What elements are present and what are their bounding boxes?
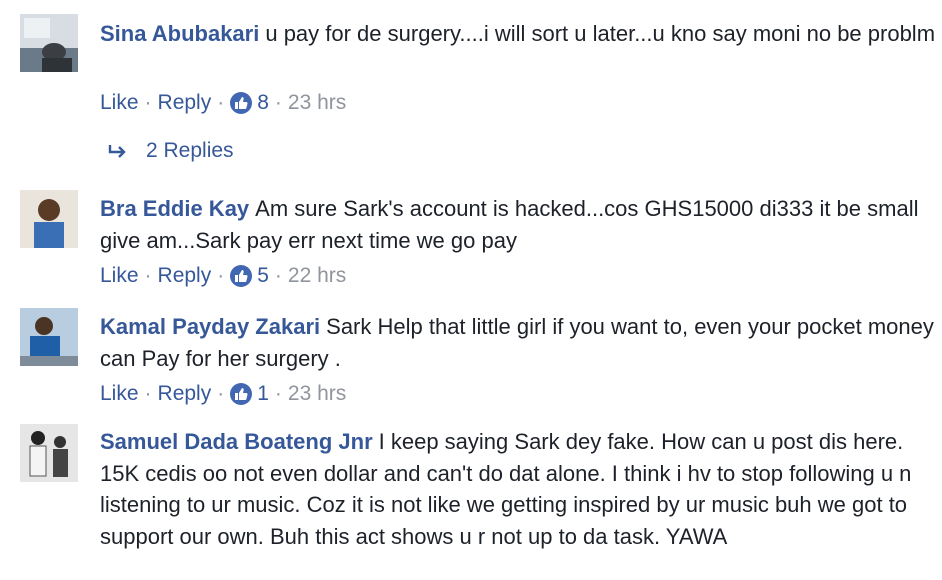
- reply-link[interactable]: Reply: [158, 381, 212, 407]
- comment-time[interactable]: 23 hrs: [288, 381, 346, 407]
- avatar[interactable]: [20, 14, 78, 72]
- comment-actions: Like · Reply · 5 · 22 hrs: [100, 263, 346, 289]
- comment-text: Samuel Dada Boateng Jnr I keep saying Sar…: [100, 426, 936, 552]
- reply-arrow-icon: [108, 145, 126, 158]
- separator: ·: [217, 382, 225, 405]
- comment-text: Sina Abubakari u pay for de surgery....i …: [100, 18, 936, 50]
- avatar[interactable]: [20, 308, 78, 366]
- separator: ·: [274, 264, 282, 287]
- reply-link[interactable]: Reply: [158, 90, 212, 116]
- separator: ·: [274, 91, 282, 114]
- comment-author[interactable]: Kamal Payday Zakari: [100, 314, 320, 339]
- comment-author[interactable]: Bra Eddie Kay: [100, 196, 249, 221]
- thumbs-up-icon[interactable]: [230, 265, 253, 287]
- comment-author[interactable]: Sina Abubakari: [100, 21, 259, 46]
- thumbs-up-icon[interactable]: [230, 383, 253, 405]
- comment-author[interactable]: Samuel Dada Boateng Jnr: [100, 429, 373, 454]
- comment-text: Kamal Payday Zakari Sark Help that little…: [100, 311, 936, 374]
- comment-time[interactable]: 23 hrs: [288, 90, 346, 116]
- like-count[interactable]: 5: [257, 263, 269, 289]
- separator: ·: [217, 264, 225, 287]
- like-link[interactable]: Like: [100, 381, 139, 407]
- comment-text: Bra Eddie Kay Am sure Sark's account is h…: [100, 193, 936, 256]
- reply-link[interactable]: Reply: [158, 263, 212, 289]
- comment-actions: Like · Reply · 8 · 23 hrs: [100, 90, 346, 116]
- comment-time[interactable]: 22 hrs: [288, 263, 346, 289]
- replies-label[interactable]: 2 Replies: [146, 138, 234, 164]
- separator: ·: [144, 264, 152, 287]
- avatar[interactable]: [20, 190, 78, 248]
- like-link[interactable]: Like: [100, 263, 139, 289]
- like-count[interactable]: 1: [257, 381, 269, 407]
- like-link[interactable]: Like: [100, 90, 139, 116]
- separator: ·: [217, 91, 225, 114]
- view-replies-link[interactable]: 2 Replies: [108, 138, 234, 164]
- like-count[interactable]: 8: [257, 90, 269, 116]
- avatar[interactable]: [20, 424, 78, 482]
- thumbs-up-icon[interactable]: [230, 92, 253, 114]
- separator: ·: [144, 91, 152, 114]
- comment-body: u pay for de surgery....i will sort u la…: [265, 21, 936, 46]
- comment-actions: Like · Reply · 1 · 23 hrs: [100, 381, 346, 407]
- separator: ·: [274, 382, 282, 405]
- separator: ·: [144, 382, 152, 405]
